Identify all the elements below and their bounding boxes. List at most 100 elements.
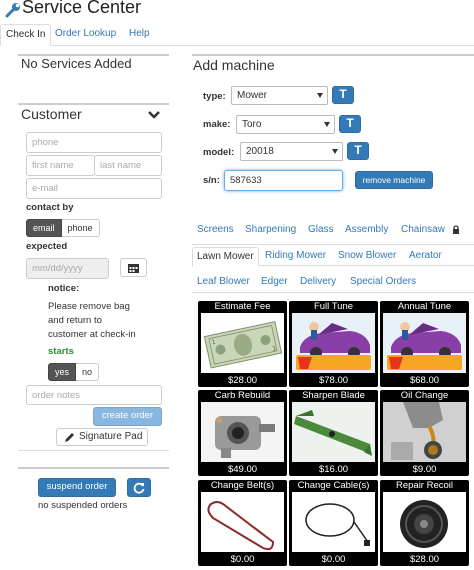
make-select[interactable]: Toro <box>236 115 335 134</box>
tab-special-orders[interactable]: Special Orders <box>350 276 416 287</box>
tab-snow-blower[interactable]: Snow Blower <box>338 250 396 261</box>
signature-pad-label: Signature Pad <box>79 431 143 442</box>
service-price: $9.00 <box>412 464 437 475</box>
tune-up-car-icon <box>383 313 466 373</box>
starts-no-option[interactable]: no <box>76 363 100 381</box>
calendar-button[interactable] <box>120 258 147 277</box>
dollar-bill-icon: 1 1 <box>201 313 284 373</box>
tab-assembly[interactable]: Assembly <box>345 224 388 235</box>
add-machine-title: Add machine <box>193 57 275 73</box>
orders-panel-border <box>18 467 169 469</box>
text-icon: T <box>339 87 347 101</box>
service-tile-change-belts[interactable]: Change Belt(s) $0.00 <box>198 480 287 566</box>
notice-line: and return to <box>48 315 102 326</box>
signature-pad-button[interactable]: Signature Pad <box>56 428 148 446</box>
service-name: Change Belt(s) <box>210 480 275 491</box>
tab-delivery[interactable]: Delivery <box>300 276 336 287</box>
tab-check-in[interactable]: Check In <box>0 24 52 46</box>
email-input[interactable]: e-mail <box>26 178 162 199</box>
last-name-input[interactable]: last name <box>94 155 162 176</box>
make-value: Toro <box>242 119 262 130</box>
service-name: Estimate Fee <box>214 301 271 312</box>
main-nav: Check In Order Lookup Help <box>0 20 474 46</box>
model-select[interactable]: 20018 <box>240 142 343 161</box>
model-label: model: <box>203 147 235 158</box>
remove-machine-button[interactable]: remove machine <box>355 171 433 189</box>
starts-toggle: yes no <box>48 363 100 381</box>
service-price: $0.00 <box>321 554 346 565</box>
sn-input[interactable]: 587633 <box>224 170 343 191</box>
phone-input[interactable]: phone <box>26 132 162 153</box>
app-header: Service Center <box>0 0 474 20</box>
service-tile-sharpen-blade[interactable]: Sharpen Blade $16.00 <box>289 390 378 476</box>
order-notes-input[interactable]: order notes <box>26 385 162 405</box>
service-tile-full-tune[interactable]: Full Tune $78.00 <box>289 301 378 387</box>
create-order-button[interactable]: create order <box>93 407 162 426</box>
tune-up-car-icon <box>292 313 375 373</box>
tab-edger[interactable]: Edger <box>261 276 288 287</box>
caret-down-icon <box>324 122 330 127</box>
refresh-button[interactable] <box>127 478 151 497</box>
tab-aerator[interactable]: Aerator <box>409 250 442 261</box>
caret-down-icon <box>317 93 323 98</box>
lock-icon <box>453 225 459 234</box>
recoil-starter-icon <box>383 492 466 552</box>
service-price: $68.00 <box>409 375 440 386</box>
tab-screens[interactable]: Screens <box>197 224 234 235</box>
service-tile-repair-recoil[interactable]: Repair Recoil $28.00 <box>380 480 469 566</box>
tab-chainsaw[interactable]: Chainsaw <box>401 224 445 235</box>
contact-phone-option[interactable]: phone <box>61 219 100 237</box>
service-name: Carb Rebuild <box>214 390 271 401</box>
control-cable-icon <box>292 492 375 552</box>
tab-sharpening[interactable]: Sharpening <box>245 224 296 235</box>
text-icon: T <box>346 116 354 130</box>
service-tile-estimate-fee[interactable]: Estimate Fee 1 1 $28.00 <box>198 301 287 387</box>
service-name: Sharpen Blade <box>302 390 365 401</box>
customer-title: Customer <box>21 106 82 122</box>
tab-leaf-blower[interactable]: Leaf Blower <box>197 276 250 287</box>
type-label: type: <box>203 91 226 102</box>
chevron-down-icon[interactable] <box>147 110 161 120</box>
starts-label: starts <box>48 346 74 357</box>
tab-order-lookup[interactable]: Order Lookup <box>50 24 121 46</box>
pencil-icon <box>65 433 74 442</box>
customer-panel-bottom <box>18 450 169 451</box>
tab-help[interactable]: Help <box>124 24 155 46</box>
tab-lawn-mower[interactable]: Lawn Mower <box>192 247 259 267</box>
text-icon: T <box>354 143 362 157</box>
calendar-icon <box>128 264 139 273</box>
type-value: Mower <box>237 90 268 101</box>
caret-down-icon <box>332 149 338 154</box>
type-select[interactable]: Mower <box>231 86 328 105</box>
service-name: Oil Change <box>400 390 449 401</box>
service-tile-change-cables[interactable]: Change Cable(s) $0.00 <box>289 480 378 566</box>
no-suspended-orders-text: no suspended orders <box>38 500 128 511</box>
starts-yes-option[interactable]: yes <box>48 363 77 381</box>
oil-pour-icon <box>383 402 466 462</box>
contact-email-option[interactable]: email <box>26 219 62 237</box>
type-text-button[interactable]: T <box>332 86 354 104</box>
service-price: $49.00 <box>227 464 258 475</box>
refresh-icon <box>133 482 145 494</box>
service-tile-annual-tune[interactable]: Annual Tune $68.00 <box>380 301 469 387</box>
notice-label: notice: <box>48 283 80 294</box>
tab-riding-mower[interactable]: Riding Mower <box>265 250 326 261</box>
model-text-button[interactable]: T <box>347 142 369 160</box>
mower-blade-icon <box>292 402 375 462</box>
first-name-input[interactable]: first name <box>26 155 95 176</box>
make-text-button[interactable]: T <box>339 115 361 133</box>
suspend-order-button[interactable]: suspend order <box>38 478 116 497</box>
model-value: 20018 <box>246 146 274 157</box>
tab-glass[interactable]: Glass <box>308 224 334 235</box>
service-tile-oil-change[interactable]: Oil Change $9.00 <box>380 390 469 476</box>
service-name: Change Cable(s) <box>297 480 370 491</box>
service-price: $16.00 <box>318 464 349 475</box>
make-label: make: <box>203 119 231 130</box>
machine-panel-border <box>192 54 474 56</box>
carburetor-icon <box>201 402 284 462</box>
service-name: Full Tune <box>313 301 354 312</box>
expected-date-input[interactable]: mm/dd/yyyy <box>26 258 109 279</box>
wrench-icon <box>5 3 20 18</box>
notice-line: Please remove bag <box>48 301 130 312</box>
service-tile-carb-rebuild[interactable]: Carb Rebuild $49.00 <box>198 390 287 476</box>
